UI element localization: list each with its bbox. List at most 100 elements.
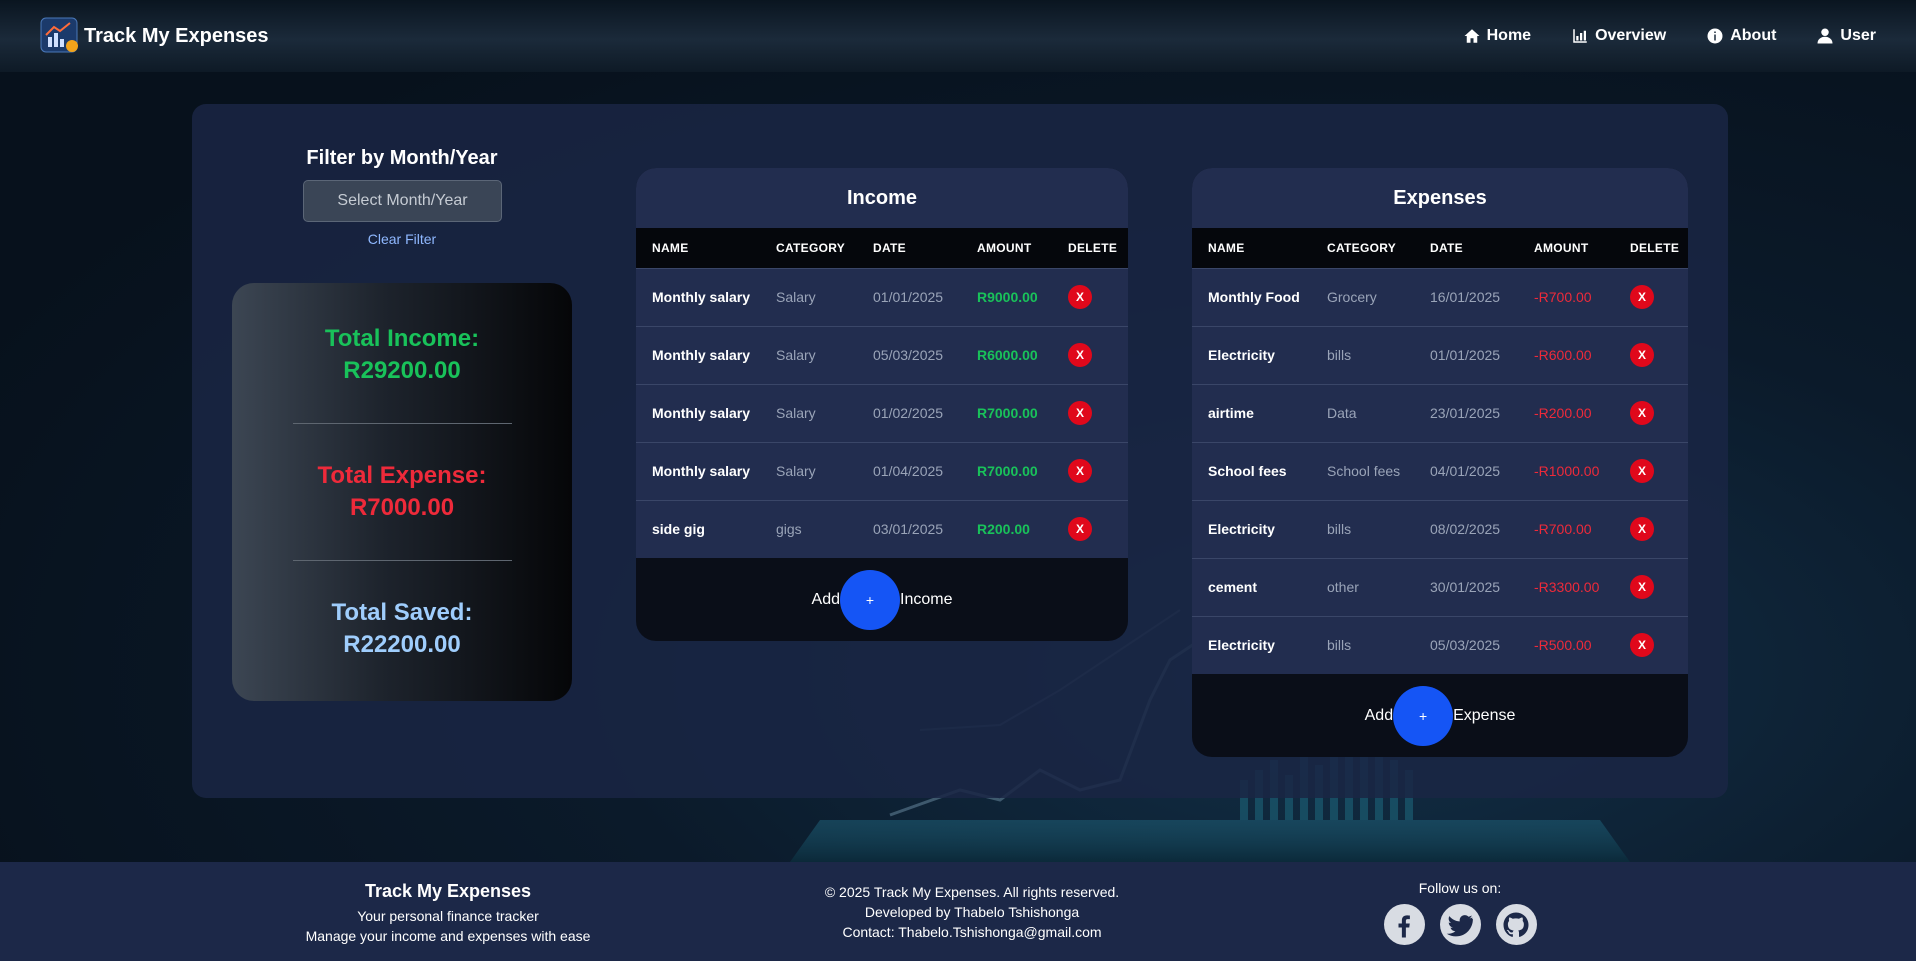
- income-category: Salary: [760, 325, 857, 384]
- nav-overview[interactable]: Overview: [1571, 27, 1666, 45]
- footer-social: Follow us on:: [1380, 880, 1540, 945]
- income-name: Monthly salary: [636, 441, 760, 500]
- nav-home[interactable]: Home: [1463, 27, 1531, 45]
- income-amount: R200.00: [961, 499, 1052, 558]
- income-title: Income: [636, 168, 1128, 228]
- delete-button[interactable]: X: [1630, 401, 1654, 425]
- twitter-icon[interactable]: [1439, 904, 1481, 945]
- income-date: 01/02/2025: [857, 383, 961, 442]
- top-navbar: Track My Expenses Home Overview About Us…: [0, 0, 1916, 72]
- total-income: Total Income: R29200.00: [232, 323, 572, 387]
- footer-contact[interactable]: Contact: Thabelo.Tshishonga@gmail.com: [782, 922, 1162, 942]
- expense-amount: -R1000.00: [1518, 441, 1614, 500]
- footer: Track My Expenses Your personal finance …: [0, 862, 1916, 961]
- expense-name: Electricity: [1192, 615, 1311, 674]
- income-name: side gig: [636, 499, 760, 558]
- income-category: Salary: [760, 267, 857, 326]
- expense-name: airtime: [1192, 383, 1311, 442]
- expense-name: Monthly Food: [1192, 267, 1311, 326]
- income-date: 05/03/2025: [857, 325, 961, 384]
- col-header-delete: DELETE: [1052, 228, 1128, 268]
- delete-button[interactable]: X: [1068, 343, 1092, 367]
- expense-date: 01/01/2025: [1414, 325, 1518, 384]
- delete-cell: X: [1614, 267, 1688, 326]
- add-expense-button[interactable]: +: [1393, 685, 1454, 746]
- income-category: gigs: [760, 499, 857, 558]
- expense-amount: -R3300.00: [1518, 557, 1614, 616]
- col-header-delete: DELETE: [1614, 228, 1688, 268]
- expense-amount: -R700.00: [1518, 499, 1614, 558]
- nav-overview-label: Overview: [1595, 27, 1667, 44]
- github-icon[interactable]: [1495, 904, 1537, 945]
- delete-button[interactable]: X: [1630, 517, 1654, 541]
- delete-cell: X: [1052, 267, 1128, 326]
- nav-user[interactable]: User: [1816, 27, 1876, 45]
- income-date: 01/01/2025: [857, 267, 961, 326]
- expenses-card: Expenses NAME CATEGORY DATE AMOUNT DELET…: [1192, 168, 1688, 757]
- delete-button[interactable]: X: [1630, 459, 1654, 483]
- expense-date: 16/01/2025: [1414, 267, 1518, 326]
- expense-amount: -R500.00: [1518, 615, 1614, 674]
- expense-name: cement: [1192, 557, 1311, 616]
- table-row: airtime Data 23/01/2025 -R200.00 X: [1192, 383, 1688, 442]
- income-card: Income NAME CATEGORY DATE AMOUNT DELETE …: [636, 168, 1128, 641]
- delete-button[interactable]: X: [1630, 285, 1654, 309]
- col-header-category: CATEGORY: [760, 228, 857, 268]
- bar-chart-icon: [1573, 29, 1587, 43]
- expenses-table: NAME CATEGORY DATE AMOUNT DELETE Monthly…: [1192, 228, 1688, 674]
- income-name: Monthly salary: [636, 267, 760, 326]
- delete-button[interactable]: X: [1068, 459, 1092, 483]
- expense-date: 05/03/2025: [1414, 615, 1518, 674]
- total-income-value: R29200.00: [343, 357, 461, 384]
- table-row: Electricity bills 08/02/2025 -R700.00 X: [1192, 499, 1688, 558]
- delete-button[interactable]: X: [1630, 343, 1654, 367]
- brand[interactable]: Track My Expenses: [40, 17, 269, 55]
- delete-cell: X: [1614, 557, 1688, 616]
- add-income-suffix: Income: [900, 590, 953, 608]
- expense-category: bills: [1311, 499, 1414, 558]
- col-header-amount: AMOUNT: [961, 228, 1052, 268]
- delete-cell: X: [1052, 499, 1128, 558]
- income-date: 01/04/2025: [857, 441, 961, 500]
- delete-button[interactable]: X: [1068, 401, 1092, 425]
- expense-amount: -R200.00: [1518, 383, 1614, 442]
- expense-date: 23/01/2025: [1414, 383, 1518, 442]
- col-header-category: CATEGORY: [1311, 228, 1414, 268]
- nav-user-label: User: [1840, 27, 1876, 44]
- total-expense-label: Total Expense:: [317, 462, 487, 489]
- table-row: Monthly salary Salary 01/02/2025 R7000.0…: [636, 383, 1128, 442]
- total-expense: Total Expense: R7000.00: [232, 460, 572, 524]
- delete-cell: X: [1614, 383, 1688, 442]
- social-links: [1380, 904, 1540, 945]
- delete-button[interactable]: X: [1630, 575, 1654, 599]
- nav-about[interactable]: About: [1706, 27, 1776, 45]
- col-header-date: DATE: [1414, 228, 1518, 268]
- delete-button[interactable]: X: [1630, 633, 1654, 658]
- app-logo-icon: [40, 17, 78, 53]
- income-name: Monthly salary: [636, 325, 760, 384]
- delete-button[interactable]: X: [1068, 285, 1092, 309]
- table-row: Monthly salary Salary 01/01/2025 R9000.0…: [636, 267, 1128, 326]
- delete-button[interactable]: X: [1068, 517, 1092, 542]
- summary-divider: [293, 560, 512, 561]
- summary-divider: [293, 423, 512, 424]
- facebook-icon[interactable]: [1383, 904, 1425, 945]
- expenses-title: Expenses: [1192, 168, 1688, 228]
- add-expense-row: Add + Expense: [1192, 674, 1688, 757]
- income-table: NAME CATEGORY DATE AMOUNT DELETE Monthly…: [636, 228, 1128, 558]
- expense-name: Electricity: [1192, 325, 1311, 384]
- info-icon: [1707, 28, 1723, 44]
- col-header-date: DATE: [857, 228, 961, 268]
- month-year-filter-input[interactable]: [303, 180, 502, 222]
- clear-filter-link[interactable]: Clear Filter: [302, 231, 502, 247]
- add-income-button[interactable]: +: [840, 569, 900, 630]
- filter-title: Filter by Month/Year: [306, 147, 498, 169]
- expense-category: School fees: [1311, 441, 1414, 500]
- income-amount: R7000.00: [961, 441, 1052, 500]
- col-header-name: NAME: [636, 228, 760, 268]
- delete-cell: X: [1614, 325, 1688, 384]
- table-row: School fees School fees 04/01/2025 -R100…: [1192, 441, 1688, 500]
- table-row: side gig gigs 03/01/2025 R200.00 X: [636, 499, 1128, 558]
- total-saved-label: Total Saved:: [331, 599, 473, 626]
- expense-category: bills: [1311, 615, 1414, 674]
